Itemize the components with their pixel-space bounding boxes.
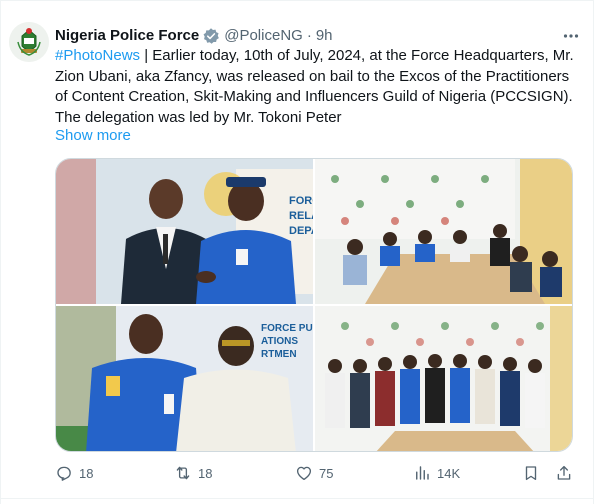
svg-text:DEPA: DEPA <box>289 225 313 237</box>
bottom-divider <box>1 498 594 499</box>
bookmark-icon <box>525 466 537 481</box>
photo-officer-and-guest[interactable]: FORCE PUB ATIONS RTMEN <box>56 306 313 451</box>
bookmark-button[interactable] <box>522 464 546 482</box>
photo-meeting-table[interactable] <box>315 159 572 304</box>
reply-icon <box>57 466 71 481</box>
top-divider <box>1 0 594 1</box>
svg-text:FORC: FORC <box>289 195 313 207</box>
svg-text:ATIONS: ATIONS <box>261 336 298 347</box>
views-count: 14K <box>437 465 461 481</box>
share-icon <box>557 465 571 480</box>
post-time[interactable]: 9h <box>316 26 333 46</box>
police-crest-icon <box>9 22 49 62</box>
heart-icon <box>296 466 312 481</box>
svg-text:RELA: RELA <box>289 210 313 222</box>
svg-text:RTMEN: RTMEN <box>261 349 297 360</box>
tweet-text: #PhotoNews | Earlier today, 10th of July… <box>55 46 575 128</box>
photo-handshake[interactable]: FORC RELA DEPA <box>56 159 313 304</box>
more-options-button[interactable] <box>561 26 581 46</box>
show-more-link[interactable]: Show more <box>55 127 131 144</box>
tweet-header: Nigeria Police Force @PoliceNG · 9h <box>55 26 333 46</box>
photo-group[interactable] <box>315 306 572 451</box>
avatar[interactable] <box>9 22 49 62</box>
tweet-actions: 18 18 75 14K <box>55 464 575 486</box>
repost-count: 18 <box>198 465 213 481</box>
more-horizontal-icon <box>563 34 579 38</box>
views-button[interactable]: 14K <box>413 464 460 482</box>
share-button[interactable] <box>555 464 579 482</box>
repost-icon <box>176 466 190 480</box>
hashtag-link[interactable]: #PhotoNews <box>55 47 140 64</box>
tweet-card[interactable]: Nigeria Police Force @PoliceNG · 9h #Pho… <box>0 0 594 504</box>
media-grid: FORC RELA DEPA <box>55 158 573 452</box>
views-chart-icon <box>416 466 429 480</box>
like-count: 75 <box>319 465 334 481</box>
separator-dot: · <box>306 27 312 44</box>
reply-button[interactable]: 18 <box>55 464 93 482</box>
like-button[interactable]: 75 <box>295 464 333 482</box>
verified-badge-icon <box>202 27 220 45</box>
author-display-name[interactable]: Nigeria Police Force <box>55 26 199 46</box>
repost-button[interactable]: 18 <box>174 464 212 482</box>
author-handle[interactable]: @PoliceNG <box>224 26 303 46</box>
svg-text:FORCE PUB: FORCE PUB <box>261 323 313 334</box>
reply-count: 18 <box>79 465 94 481</box>
